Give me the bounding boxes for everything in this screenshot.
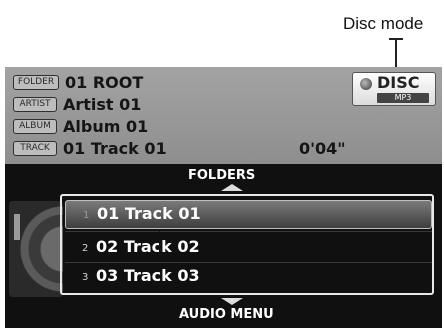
album-row: ALBUM Album 01 — [13, 116, 148, 136]
callout-pointer-line — [159, 229, 160, 261]
elapsed-time: 0'04" — [299, 139, 346, 158]
folders-button[interactable]: FOLDERS — [188, 168, 255, 183]
disc-art-slot — [14, 214, 20, 240]
folder-value: 01 ROOT — [65, 72, 144, 92]
audio-screen: FOLDER 01 ROOT ARTIST Artist 01 ALBUM Al… — [5, 67, 442, 328]
scroll-down-arrow-icon[interactable] — [221, 298, 243, 305]
artist-value: Artist 01 — [63, 94, 142, 114]
album-value: Album 01 — [63, 116, 149, 136]
disc-mode-label: DISC — [377, 73, 420, 92]
album-tag: ALBUM — [13, 118, 57, 134]
disc-format-label: MP3 — [377, 93, 429, 103]
folder-row: FOLDER 01 ROOT — [13, 72, 143, 92]
audio-menu-button[interactable]: AUDIO MENU — [179, 307, 274, 322]
disc-icon — [360, 78, 372, 90]
track-row-info: TRACK 01 Track 01 — [13, 138, 167, 158]
disc-mode-callout-label: Disc mode — [343, 14, 424, 33]
artist-tag: ARTIST — [13, 96, 57, 112]
disc-mode-badge[interactable]: DISC MP3 — [352, 72, 436, 106]
track-tag: TRACK — [13, 140, 57, 156]
track-info-panel: FOLDER 01 ROOT ARTIST Artist 01 ALBUM Al… — [5, 67, 442, 164]
track-list-area: FOLDERS 1 01 Track 01 2 02 Track 02 3 03… — [5, 164, 442, 328]
track-list-focus-frame — [60, 194, 434, 295]
folder-tag: FOLDER — [13, 74, 59, 90]
track-value: 01 Track 01 — [63, 138, 167, 158]
scroll-up-arrow-icon[interactable] — [221, 184, 243, 191]
artist-row: ARTIST Artist 01 — [13, 94, 141, 114]
